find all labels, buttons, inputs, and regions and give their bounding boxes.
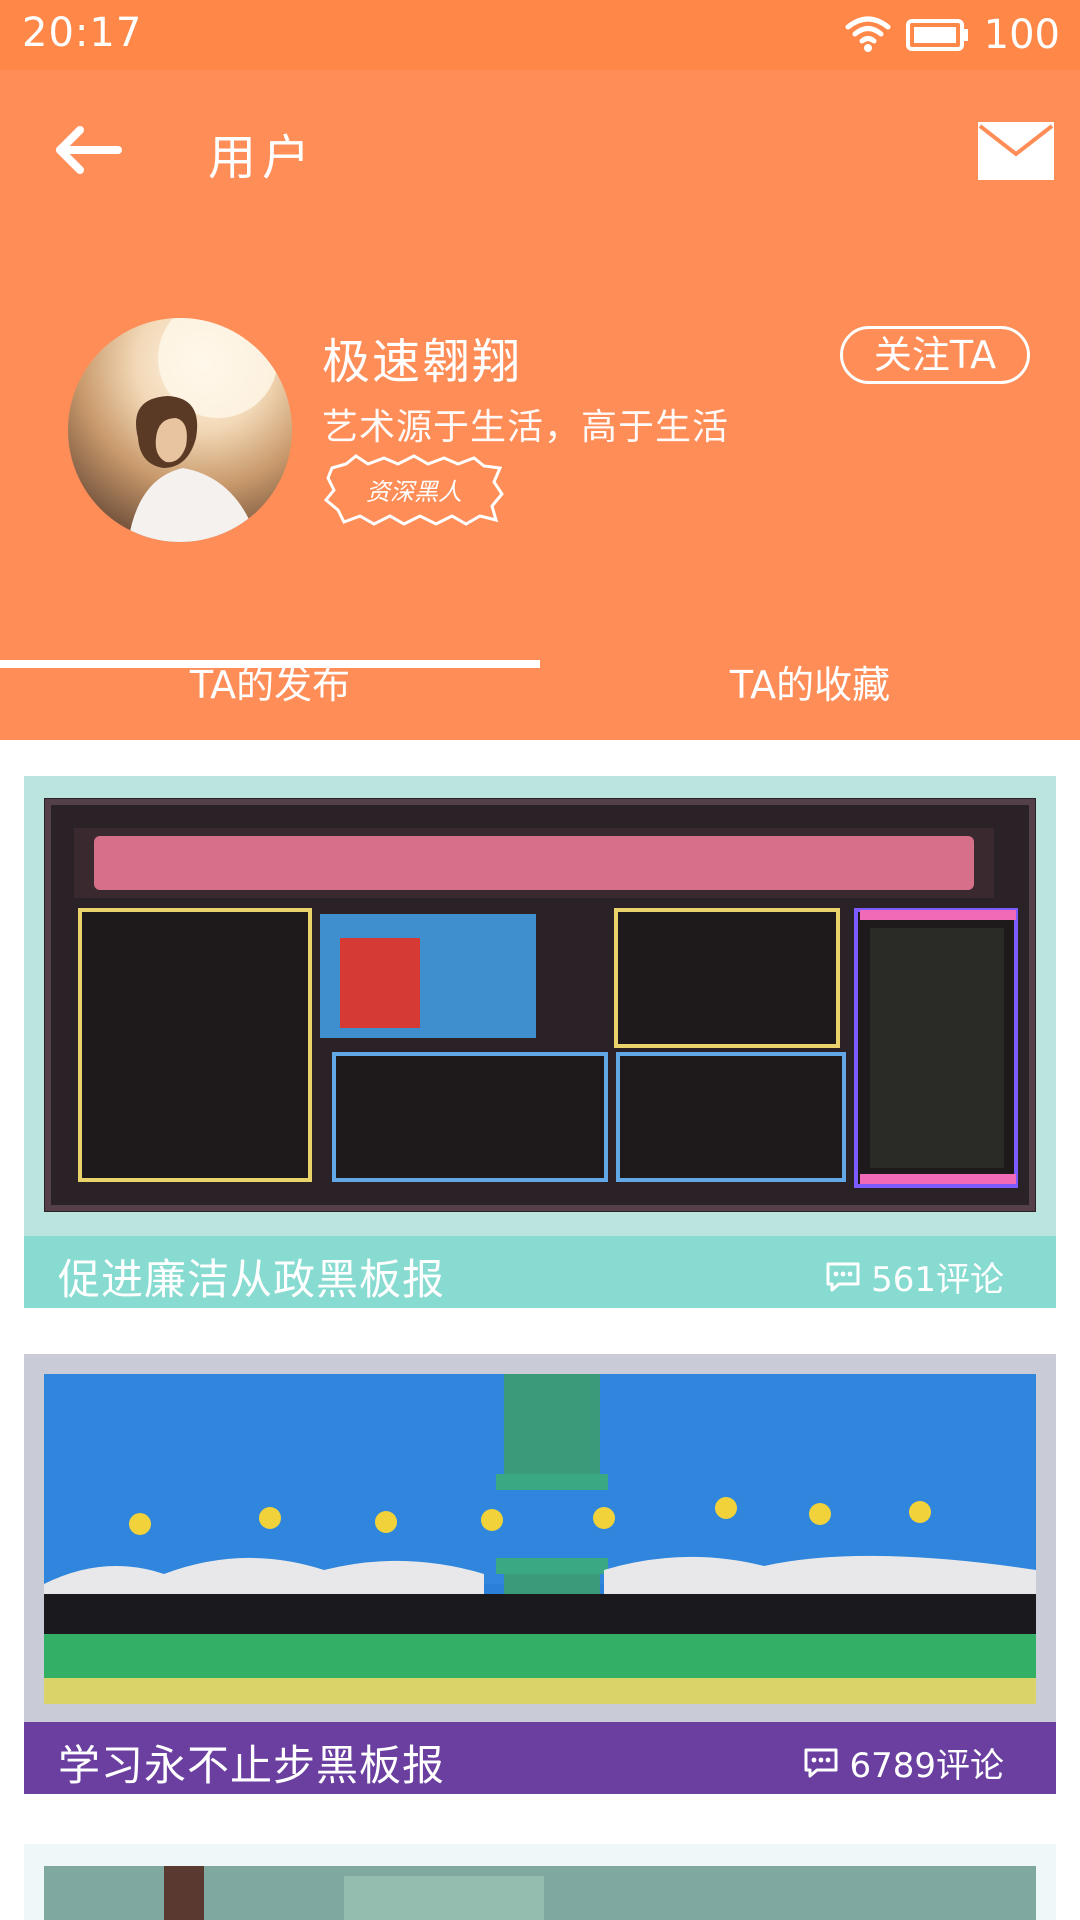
page-title: 用户 xyxy=(208,130,317,186)
battery-level: 100 xyxy=(983,12,1060,58)
comment-count: 561评论 xyxy=(871,1260,1004,1300)
username: 极速翱翔 xyxy=(322,334,523,390)
post-card[interactable]: 学习永不止步黑板报 6789评论 xyxy=(24,1354,1056,1794)
blackboard-image xyxy=(44,1866,1036,1920)
post-title-bar: 促进廉洁从政黑板报 561评论 xyxy=(24,1236,1056,1308)
mail-icon xyxy=(978,122,1054,180)
post-card[interactable] xyxy=(24,1844,1056,1920)
battery-icon xyxy=(905,19,968,51)
back-button[interactable] xyxy=(48,120,128,180)
status-icons: 100 xyxy=(844,12,1060,58)
comment-icon xyxy=(826,1262,860,1291)
comment-count: 6789评论 xyxy=(849,1746,1004,1786)
post-comments[interactable]: 6789评论 xyxy=(803,1738,1004,1787)
tab-favorites[interactable]: TA的收藏 xyxy=(540,630,1080,740)
avatar-photo xyxy=(128,318,278,542)
tab-indicator xyxy=(0,660,540,668)
post-image[interactable] xyxy=(44,798,1036,1212)
user-badge: 资深黑人 xyxy=(323,454,504,526)
post-comments[interactable]: 561评论 xyxy=(825,1252,1004,1301)
post-title: 促进廉洁从政黑板报 xyxy=(58,1255,446,1304)
user-bio: 艺术源于生活，高于生活 xyxy=(322,407,730,448)
blackboard-image xyxy=(44,1374,1036,1704)
profile-header: 用户 极速翱翔 艺术源于生活，高于生活 资深黑人 关注TA TA的发布 TA的收… xyxy=(0,70,1080,740)
back-arrow-icon xyxy=(56,126,122,174)
post-title: 学习永不止步黑板报 xyxy=(58,1741,446,1790)
blackboard-image xyxy=(44,798,1036,1212)
post-card[interactable]: 促进廉洁从政黑板报 561评论 xyxy=(24,776,1056,1308)
message-button[interactable] xyxy=(978,122,1054,180)
wifi-icon xyxy=(845,16,891,52)
comment-icon xyxy=(804,1748,838,1777)
post-image[interactable] xyxy=(44,1866,1036,1920)
post-feed: 促进廉洁从政黑板报 561评论 学习永不止步黑板报 6789评论 xyxy=(0,740,1080,1920)
profile-tabs: TA的发布 TA的收藏 xyxy=(0,630,1080,740)
badge-label: 资深黑人 xyxy=(366,478,462,506)
status-bar: 20:17 100 xyxy=(0,0,1080,70)
avatar[interactable] xyxy=(68,318,292,542)
follow-button[interactable]: 关注TA xyxy=(840,326,1030,384)
tab-publications[interactable]: TA的发布 xyxy=(0,630,540,740)
post-title-bar: 学习永不止步黑板报 6789评论 xyxy=(24,1722,1056,1794)
status-time: 20:17 xyxy=(22,10,143,56)
post-image[interactable] xyxy=(44,1374,1036,1704)
